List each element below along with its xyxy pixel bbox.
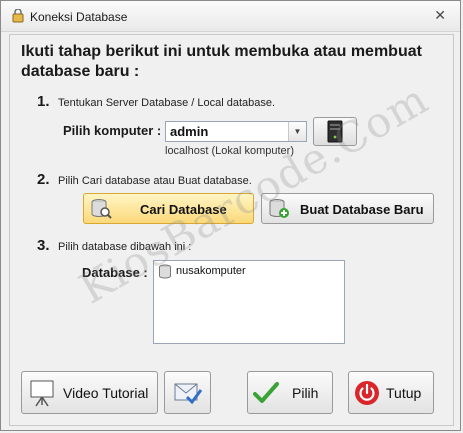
server-button[interactable] — [313, 117, 357, 146]
computer-label: Pilih komputer : — [63, 123, 162, 138]
chevron-down-icon[interactable]: ▼ — [288, 122, 306, 141]
title-bar: Koneksi Database ✕ — [1, 1, 460, 32]
choose-label: Pilih — [292, 385, 319, 401]
checkmark-icon — [253, 382, 279, 403]
list-item-label: nusakomputer — [176, 265, 246, 277]
window-title: Koneksi Database — [30, 10, 128, 24]
page-title: Ikuti tahap berikut ini untuk membuka at… — [21, 43, 422, 80]
step2-number: 2. — [37, 171, 50, 188]
find-database-button[interactable]: Cari Database — [83, 193, 254, 224]
database-icon — [159, 264, 171, 279]
step3-text: Pilih database dibawah ini : — [58, 241, 192, 253]
close-label: Tutup — [386, 385, 422, 401]
close-button[interactable]: Tutup — [348, 371, 434, 414]
video-tutorial-label: Video Tutorial — [63, 385, 149, 401]
step1-number: 1. — [37, 93, 50, 110]
power-icon — [355, 381, 379, 405]
database-lock-icon — [12, 9, 24, 23]
step3-number: 3. — [37, 237, 50, 254]
step1-text: Tentukan Server Database / Local databas… — [58, 97, 276, 109]
find-database-label: Cari Database — [140, 202, 227, 217]
choose-button[interactable]: Pilih — [247, 371, 333, 414]
mail-check-icon — [174, 383, 202, 405]
close-icon[interactable]: ✕ — [434, 8, 446, 24]
presentation-board-icon — [30, 380, 54, 407]
create-database-button[interactable]: Buat Database Baru — [261, 193, 434, 224]
computer-select-value: admin — [170, 124, 209, 139]
content-panel — [9, 34, 454, 426]
database-add-icon — [269, 199, 289, 218]
database-search-icon — [91, 199, 112, 219]
computer-select[interactable]: admin ▼ — [165, 121, 307, 142]
mail-check-button[interactable] — [164, 371, 211, 414]
database-label: Database : — [82, 265, 148, 280]
create-database-label: Buat Database Baru — [300, 202, 424, 217]
database-list[interactable]: nusakomputer — [153, 260, 345, 344]
server-icon — [327, 120, 343, 143]
dialog-window: Koneksi Database ✕ Ikuti tahap berikut i… — [0, 0, 461, 431]
video-tutorial-button[interactable]: Video Tutorial — [21, 371, 158, 414]
step2-text: Pilih Cari database atau Buat database. — [58, 175, 252, 187]
computer-hint: localhost (Lokal komputer) — [165, 145, 295, 157]
